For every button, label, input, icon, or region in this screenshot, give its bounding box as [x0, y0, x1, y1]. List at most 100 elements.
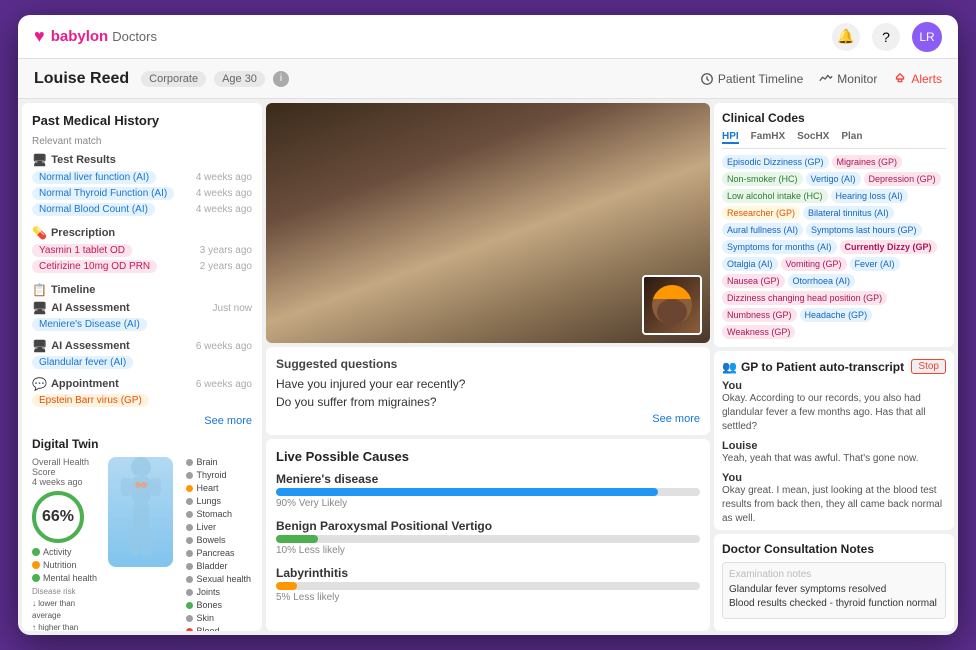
cc-pill-10[interactable]: Aural fullness (AI) — [722, 223, 803, 237]
cc-pill-20[interactable]: Numbness (GP) — [722, 308, 797, 322]
cc-pill-13[interactable]: Currently Dizzy (GP) — [840, 240, 937, 254]
monitor-label: Monitor — [837, 72, 877, 86]
blood-label: Blood — [196, 626, 219, 631]
thyroid-item: Thyroid — [186, 470, 252, 480]
cc-pill-7[interactable]: Hearing loss (AI) — [831, 189, 908, 203]
notes-box[interactable]: Examination notes Glandular fever sympto… — [722, 562, 946, 619]
prescription-1-pill[interactable]: Yasmin 1 tablet OD — [32, 244, 132, 257]
bladder-label: Bladder — [196, 561, 227, 571]
suggestions-panel: Suggested questions Have you injured you… — [266, 347, 710, 435]
top-nav: ♥ babylon Doctors 🔔 ? LR — [18, 15, 958, 59]
help-icon[interactable]: ? — [872, 23, 900, 51]
alerts-action[interactable]: Alerts — [893, 72, 942, 86]
prescription-2-pill[interactable]: Cetirizine 10mg OD PRN — [32, 260, 157, 273]
app-logo: ♥ babylon — [34, 26, 108, 47]
notes-line-1: Glandular fever symptoms resolved — [729, 584, 939, 595]
suggestion-1[interactable]: Have you injured your ear recently? — [276, 377, 700, 391]
nutrition-metric: Nutrition — [32, 560, 100, 570]
test-result-1-pill[interactable]: Normal liver function (AI) — [32, 171, 156, 184]
transcript-title: 👥 GP to Patient auto-transcript — [722, 360, 904, 374]
test-result-2-pill[interactable]: Normal Thyroid Function (AI) — [32, 187, 174, 200]
cause-3-bar-container — [276, 582, 700, 590]
test-result-3-pill[interactable]: Normal Blood Count (AI) — [32, 203, 155, 216]
test-results-section: 🖥 Test Results Normal liver function (AI… — [32, 153, 252, 216]
timeline-section: 📋 Timeline 🖥 AI Assessment Just now Meni… — [32, 283, 252, 427]
digital-twin-content: Overall Health Score 4 weeks ago 66% Act… — [32, 457, 252, 631]
stomach-item: Stomach — [186, 509, 252, 519]
digital-twin-section: Digital Twin Overall Health Score 4 week… — [32, 437, 252, 631]
relevant-match-label: Relevant match — [32, 136, 252, 147]
glandular-fever-tag[interactable]: Glandular fever (AI) — [32, 356, 133, 369]
cc-pill-22[interactable]: Weakness (GP) — [722, 325, 795, 339]
cc-pill-14[interactable]: Otalgia (AI) — [722, 257, 778, 271]
test-result-2-time: 4 weeks ago — [196, 188, 252, 199]
notes-panel: Doctor Consultation Notes Examination no… — [714, 534, 954, 631]
transcript-text-1: Okay. According to our records, you also… — [722, 392, 946, 434]
app-container: ♥ babylon Doctors 🔔 ? LR Louise Reed Cor… — [18, 15, 958, 635]
suggestions-see-more[interactable]: See more — [276, 413, 700, 425]
cc-pill-19[interactable]: Dizziness changing head position (GP) — [722, 291, 887, 305]
cc-pill-3[interactable]: Non-smoker (HC) — [722, 172, 803, 186]
dt-score-circle: 66% — [32, 491, 84, 543]
lungs-label: Lungs — [196, 496, 221, 506]
test-result-item-3: Normal Blood Count (AI) 4 weeks ago — [32, 203, 252, 216]
see-more-button[interactable]: See more — [32, 415, 252, 427]
lungs-dot — [186, 498, 193, 505]
cc-pill-5[interactable]: Depression (GP) — [864, 172, 941, 186]
middle-panel: Suggested questions Have you injured you… — [266, 103, 710, 631]
appointment-icon: 💬 — [32, 377, 47, 391]
info-icon[interactable]: i — [273, 71, 289, 87]
avatar-initials: LR — [919, 30, 934, 44]
cc-pill-17[interactable]: Nausea (GP) — [722, 274, 785, 288]
transcript-panel: 👥 GP to Patient auto-transcript Stop You… — [714, 351, 954, 530]
monitor-action[interactable]: Monitor — [819, 72, 877, 86]
cc-pill-6[interactable]: Low alcohol intake (HC) — [722, 189, 828, 203]
cc-pill-2[interactable]: Migraines (GP) — [832, 155, 903, 169]
cc-pill-21[interactable]: Headache (GP) — [800, 308, 873, 322]
brain-label: Brain — [196, 457, 217, 467]
bones-label: Bones — [196, 600, 222, 610]
tab-sochx[interactable]: SocHX — [797, 131, 829, 144]
liver-dot — [186, 524, 193, 531]
causes-panel: Live Possible Causes Meniere's disease 9… — [266, 439, 710, 631]
epstein-barr-tag[interactable]: Epstein Barr virus (GP) — [32, 394, 149, 407]
timeline-icon — [700, 72, 714, 86]
bell-icon[interactable]: 🔔 — [832, 23, 860, 51]
tab-plan[interactable]: Plan — [841, 131, 862, 144]
cc-pill-12[interactable]: Symptoms for months (AI) — [722, 240, 837, 254]
test-results-header: 🖥 Test Results — [32, 153, 252, 167]
cc-pill-11[interactable]: Symptoms last hours (GP) — [806, 223, 922, 237]
user-avatar[interactable]: LR — [912, 22, 942, 52]
tab-famhx[interactable]: FamHX — [751, 131, 785, 144]
tab-hpi[interactable]: HPI — [722, 131, 739, 144]
cc-pill-16[interactable]: Fever (AI) — [850, 257, 900, 271]
transcript-text-2: Yeah, yeah that was awful. That's gone n… — [722, 452, 946, 466]
right-panel: Clinical Codes HPI FamHX SocHX Plan Epis… — [714, 103, 954, 631]
nav-doctors-label: Doctors — [112, 29, 157, 44]
patient-timeline-action[interactable]: Patient Timeline — [700, 72, 803, 86]
mental-health-metric: Mental health — [32, 573, 100, 583]
cause-2-likelihood: 10% Less likely — [276, 545, 700, 556]
cc-pill-4[interactable]: Vertigo (AI) — [806, 172, 861, 186]
cc-pill-15[interactable]: Vomiting (GP) — [781, 257, 847, 271]
timeline-item-3: 💬 Appointment 6 weeks ago Epstein Barr v… — [32, 377, 252, 407]
cc-pill-1[interactable]: Episodic Dizziness (GP) — [722, 155, 829, 169]
cc-pill-18[interactable]: Otorrhoea (AI) — [788, 274, 856, 288]
suggestion-2[interactable]: Do you suffer from migraines? — [276, 395, 700, 409]
cc-pill-8[interactable]: Researcher (GP) — [722, 206, 800, 220]
meniere-tag[interactable]: Meniere's Disease (AI) — [32, 318, 147, 331]
blood-dot — [186, 628, 193, 632]
prescription-section: 💊 Prescription Yasmin 1 tablet OD 3 year… — [32, 226, 252, 273]
cause-3-bar — [276, 582, 297, 590]
clinical-codes-panel: Clinical Codes HPI FamHX SocHX Plan Epis… — [714, 103, 954, 347]
transcript-entry-3: You Okay great. I mean, just looking at … — [722, 472, 946, 526]
cause-1-likelihood: 90% Very Likely — [276, 498, 700, 509]
prescription-item-2: Cetirizine 10mg OD PRN 2 years ago — [32, 260, 252, 273]
joints-label: Joints — [196, 587, 220, 597]
cc-pill-9[interactable]: Bilateral tinnitus (AI) — [803, 206, 894, 220]
body-outline-svg — [116, 457, 166, 567]
age-tag: Age 30 — [214, 71, 265, 87]
stop-transcript-button[interactable]: Stop — [911, 359, 946, 374]
test-result-item-2: Normal Thyroid Function (AI) 4 weeks ago — [32, 187, 252, 200]
speaker-3: You — [722, 472, 946, 484]
